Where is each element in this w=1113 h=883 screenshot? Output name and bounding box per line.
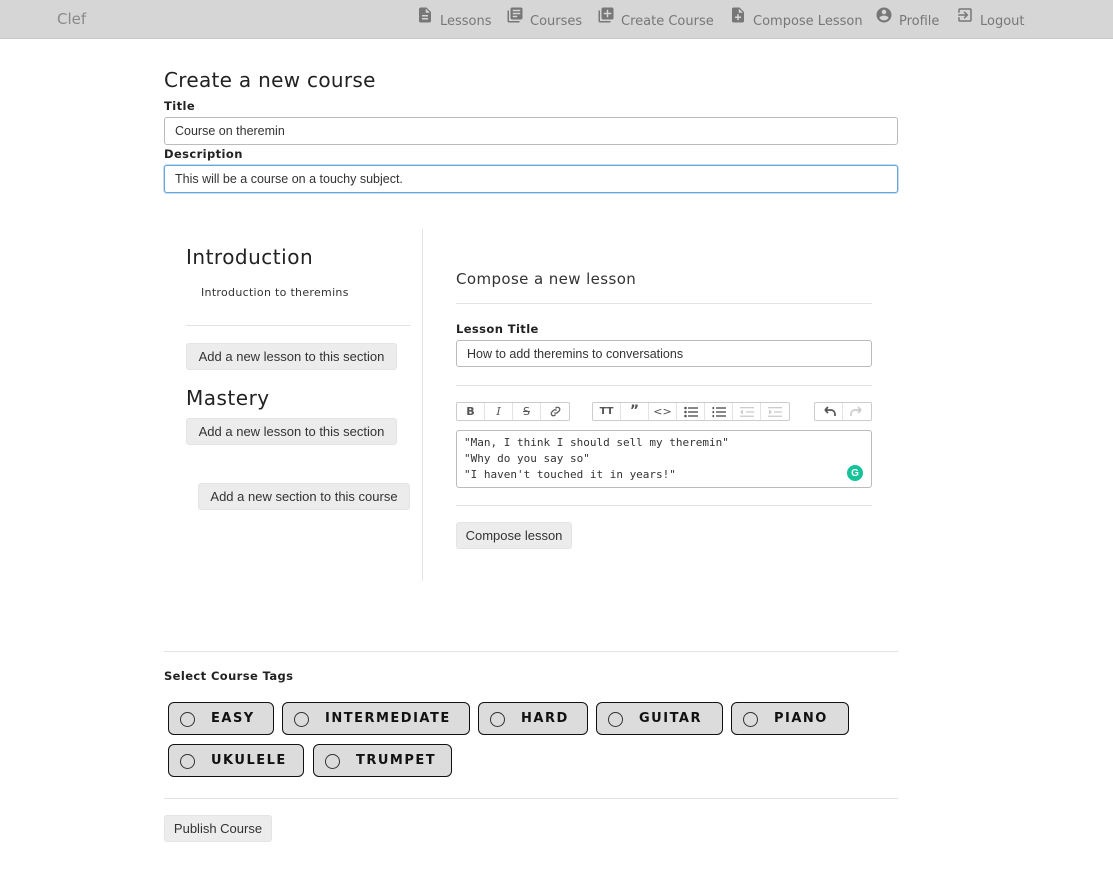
strikethrough-icon[interactable]: S [513,403,541,420]
tag-label: UKULELE [211,753,287,768]
radio-icon[interactable] [180,754,195,769]
tag-label: INTERMEDIATE [325,711,451,726]
lesson-item[interactable]: Introduction to theremins [201,286,349,299]
column-divider [422,229,423,581]
brand-logo[interactable]: Clef [57,10,86,28]
publish-divider [164,798,898,799]
tag-label: PIANO [774,711,828,726]
description-input-value: This will be a course on a touchy subjec… [175,172,403,186]
lesson-title-value: How to add theremins to conversations [467,346,684,361]
nav-create-course-label: Create Course [621,13,714,29]
increase-indent-icon[interactable] [761,403,789,420]
grammarly-icon[interactable]: G [847,465,863,481]
add-box-icon [598,7,614,23]
add-section-button[interactable]: Add a new section to this course [198,483,410,510]
description-label: Description [164,147,243,161]
tag-piano[interactable]: PIANO [731,702,849,735]
compose-divider [456,505,872,506]
nav-compose-lesson[interactable]: Compose Lesson [729,5,863,31]
radio-icon[interactable] [608,712,623,727]
nav-courses[interactable]: Courses [506,5,582,31]
redo-icon[interactable] [843,403,871,420]
tag-label: EASY [211,711,255,726]
tags-divider [164,651,898,652]
radio-icon[interactable] [325,754,340,769]
lesson-editor[interactable]: "Man, I think I should sell my theremin"… [456,430,872,488]
decrease-indent-icon[interactable] [733,403,761,420]
editor-line: "Man, I think I should sell my theremin" [464,436,729,449]
tag-intermediate[interactable]: INTERMEDIATE [282,702,470,735]
tag-label: HARD [521,711,569,726]
radio-icon[interactable] [490,712,505,727]
logout-icon [958,8,972,22]
editor-line: "Why do you say so" [464,452,590,465]
link-icon[interactable] [541,403,569,420]
tag-easy[interactable]: EASY [168,702,274,735]
account-circle-icon [876,7,892,23]
compose-divider [456,303,872,304]
tag-guitar[interactable]: GUITAR [596,702,723,735]
editor-line: "I haven't touched it in years!" [464,468,676,481]
tag-hard[interactable]: HARD [478,702,588,735]
page-title: Create a new course [164,68,376,92]
nav-lessons-label: Lessons [440,13,492,29]
nav-logout-label: Logout [980,13,1025,29]
add-lesson-button[interactable]: Add a new lesson to this section [186,343,397,370]
publish-course-button[interactable]: Publish Course [164,815,272,842]
tag-ukulele[interactable]: UKULELE [168,744,304,777]
editor-toolbar-blocks: TT ” <> [592,402,790,421]
compose-lesson-button[interactable]: Compose lesson [456,522,572,549]
editor-toolbar-history [814,402,872,421]
section-heading-mastery: Mastery [186,386,270,410]
title-input-value: Course on theremin [175,124,285,138]
add-lesson-button[interactable]: Add a new lesson to this section [186,418,397,445]
nav-create-course[interactable]: Create Course [597,5,714,31]
bullet-list-icon[interactable] [677,403,705,420]
numbered-list-icon[interactable] [705,403,733,420]
compose-heading: Compose a new lesson [456,270,637,288]
section-divider [186,325,411,326]
title-label: Title [164,99,196,113]
nav-compose-lesson-label: Compose Lesson [753,13,863,29]
quote-icon[interactable]: ” [621,403,649,420]
lesson-title-label: Lesson Title [456,322,539,336]
nav-lessons[interactable]: Lessons [416,5,492,31]
editor-toolbar-format: B I S [456,402,570,421]
nav-profile[interactable]: Profile [875,5,939,31]
document-icon [419,7,431,23]
title-input[interactable]: Course on theremin [164,117,898,145]
code-icon[interactable]: <> [649,403,677,420]
tags-label: Select Course Tags [164,669,294,683]
tag-trumpet[interactable]: TRUMPET [313,744,452,777]
italic-icon[interactable]: I [485,403,513,420]
tag-label: GUITAR [639,711,702,726]
nav-profile-label: Profile [899,13,940,29]
nav-logout[interactable]: Logout [956,5,1025,31]
tag-label: TRUMPET [356,753,437,768]
top-navbar: Clef Lessons Courses Create Course Compo… [0,0,1113,39]
radio-icon[interactable] [180,712,195,727]
library-icon [507,7,523,23]
heading-icon[interactable]: TT [593,403,621,420]
radio-icon[interactable] [294,712,309,727]
nav-courses-label: Courses [530,13,583,29]
section-heading-introduction: Introduction [186,245,314,269]
lesson-title-input[interactable]: How to add theremins to conversations [456,340,872,367]
radio-icon[interactable] [743,712,758,727]
description-input[interactable]: This will be a course on a touchy subjec… [164,165,898,193]
bold-icon[interactable]: B [457,403,485,420]
undo-icon[interactable] [815,403,843,420]
compose-divider [456,385,872,386]
add-document-icon [732,7,744,23]
